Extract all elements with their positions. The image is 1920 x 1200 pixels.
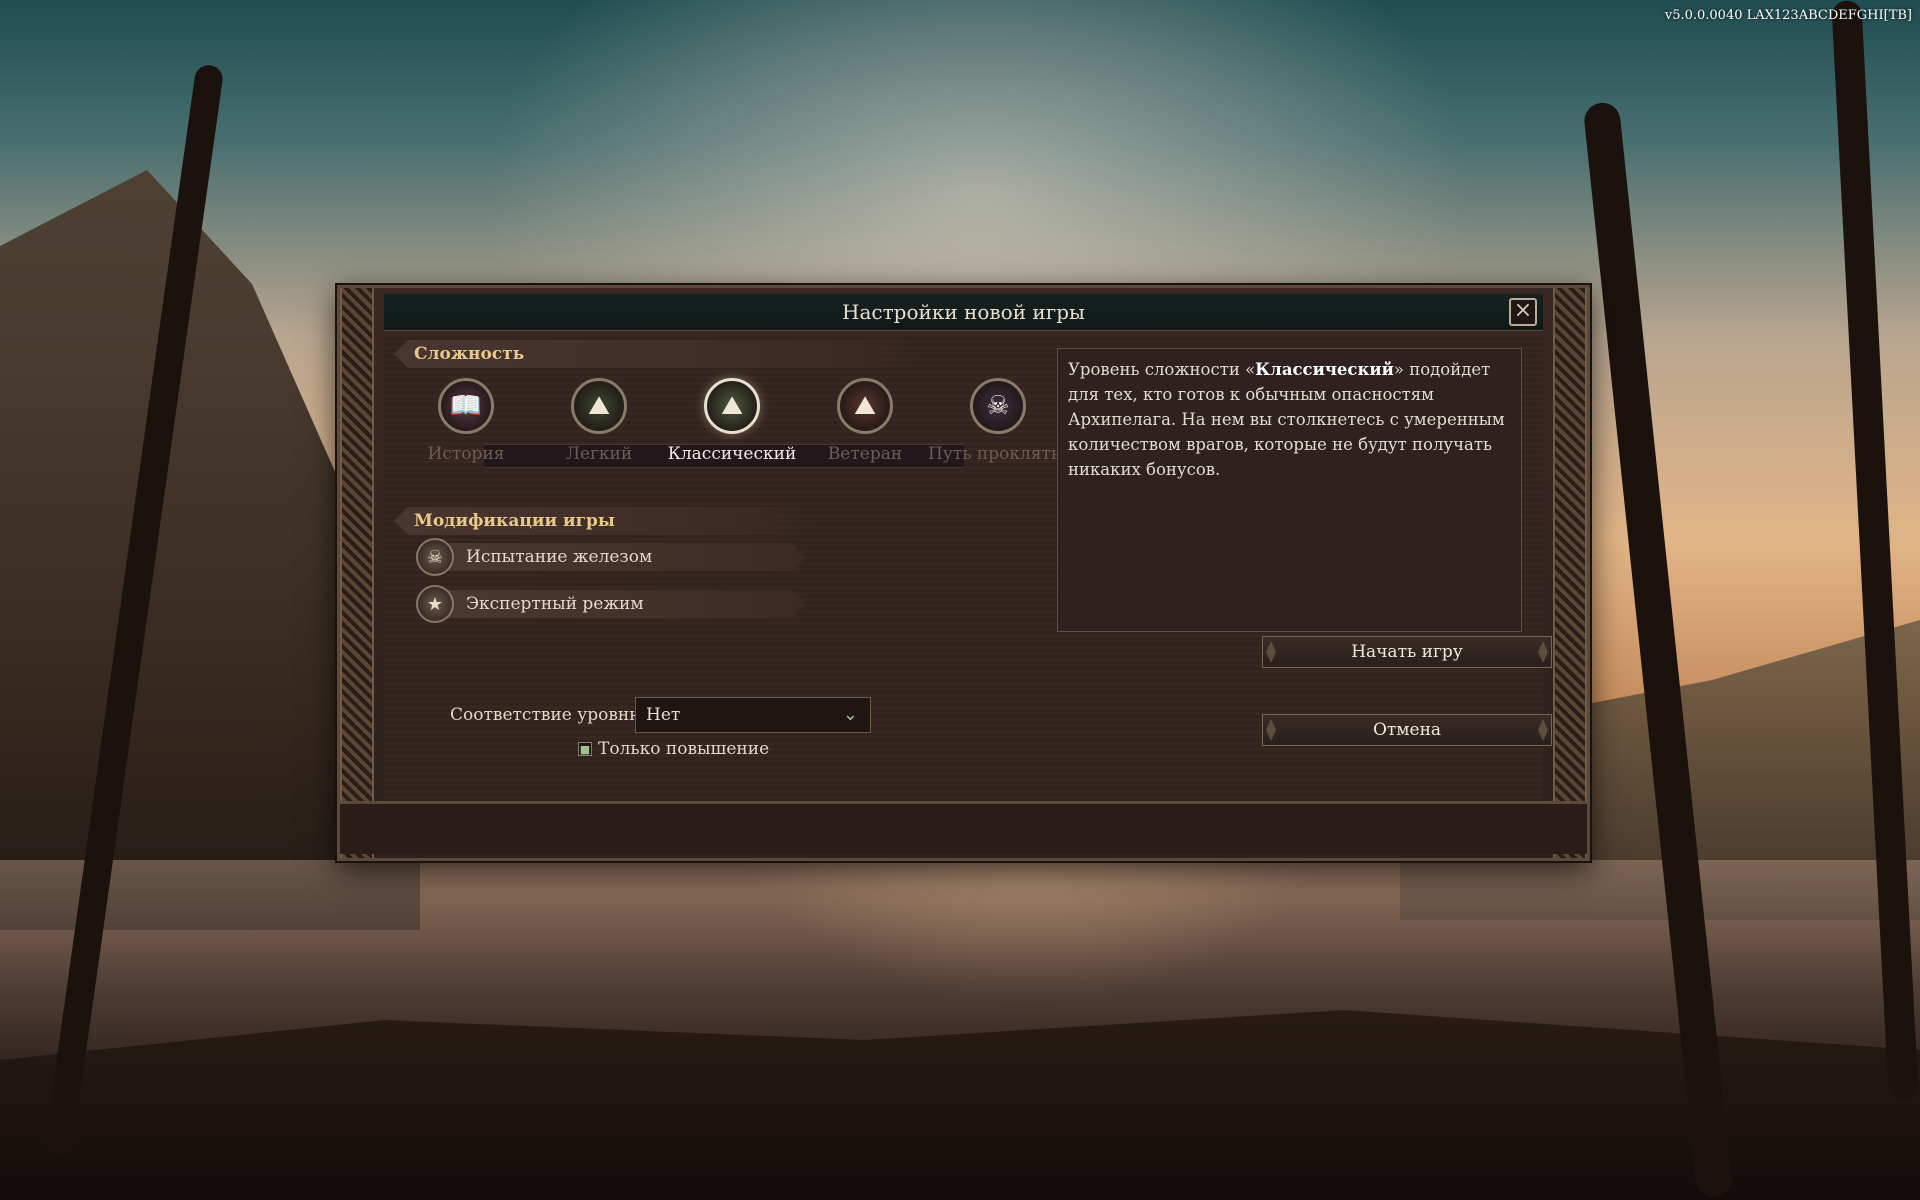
difficulty-option-label: Путь проклятых — [928, 444, 1075, 464]
upscale-only-checkbox[interactable]: ■ — [578, 742, 592, 756]
mod-expert-mode[interactable]: ★ Экспертный режим — [416, 585, 806, 623]
start-game-label: Начать игру — [1351, 642, 1463, 662]
mountain-classic-icon: ⛰ — [704, 378, 760, 434]
book-icon: 📖 — [438, 378, 494, 434]
mountain-easy-icon: ⛰ — [571, 378, 627, 434]
difficulty-option-label: Легкий — [565, 444, 633, 464]
difficulty-option-label: История — [427, 444, 505, 464]
mod-label: Экспертный режим — [466, 594, 644, 614]
skull-icon: ☠ — [416, 538, 454, 576]
dialog-title-bar: Настройки новой игры — [384, 294, 1543, 331]
head-star-icon: ★ — [416, 585, 454, 623]
mountain-veteran-icon: ⛰ — [837, 378, 893, 434]
path-of-damned-icon: ☠ — [970, 378, 1026, 434]
cancel-button[interactable]: Отмена — [1262, 714, 1552, 746]
dialog-content: Сложность 📖 История ⛰ Легкий ⛰ Классический ⛰ В… — [384, 334, 1552, 804]
difficulty-option-label: Классический — [667, 444, 797, 464]
dialog-border-left — [340, 288, 374, 858]
chevron-down-icon: ⌄ — [842, 704, 858, 725]
difficulty-option-0[interactable]: 📖 История — [396, 378, 536, 464]
upscale-only-checkbox-row[interactable]: ■ Только повышение — [578, 739, 769, 759]
modifications-header: Модификации игры — [394, 507, 814, 535]
dialog-title: Настройки новой игры — [842, 300, 1085, 324]
description-bold: Классический — [1255, 360, 1394, 379]
difficulty-option-4[interactable]: ☠ Путь проклятых — [928, 378, 1075, 464]
level-scaling-select[interactable]: Нет ⌄ — [635, 697, 871, 733]
difficulty-option-1[interactable]: ⛰ Легкий — [529, 378, 669, 464]
mod-label: Испытание железом — [466, 547, 653, 567]
new-game-settings-dialog: Настройки новой игры × Сложность 📖 Истори… — [337, 285, 1590, 861]
modifications-header-label: Модификации игры — [414, 511, 615, 531]
difficulty-option-2[interactable]: ⛰ Классический — [662, 378, 802, 464]
close-icon[interactable]: × — [1509, 298, 1537, 326]
start-game-button[interactable]: Начать игру — [1262, 636, 1552, 668]
level-scaling-label: Соответствие уровню — [450, 705, 645, 725]
difficulty-option-3[interactable]: ⛰ Ветеран — [795, 378, 935, 464]
version-string: v5.0.0.0040 LAX123ABCDEFGHI[TB] — [1664, 8, 1912, 23]
description-prefix: Уровень сложности « — [1068, 360, 1256, 379]
difficulty-header: Сложность — [394, 340, 924, 368]
difficulty-description: Уровень сложности «Классический» подойде… — [1057, 348, 1522, 632]
upscale-only-label: Только повышение — [598, 739, 770, 759]
dialog-footer — [340, 801, 1587, 854]
mod-iron-challenge[interactable]: ☠ Испытание железом — [416, 538, 806, 576]
level-scaling-value: Нет — [646, 705, 681, 725]
cancel-label: Отмена — [1372, 720, 1442, 740]
difficulty-option-label: Ветеран — [827, 444, 903, 464]
difficulty-header-label: Сложность — [414, 344, 525, 364]
dialog-border-right — [1553, 288, 1587, 858]
